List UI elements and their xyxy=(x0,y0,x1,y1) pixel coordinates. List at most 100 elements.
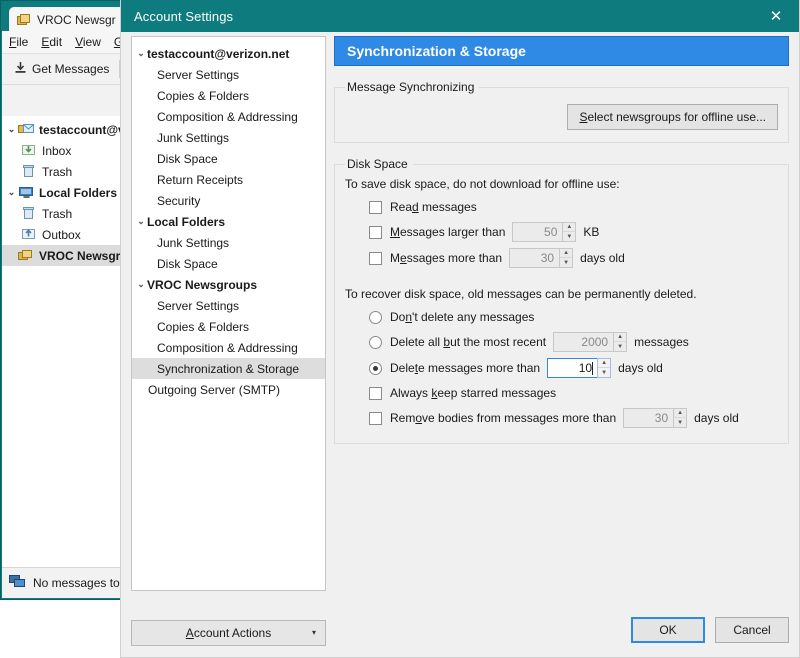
read-messages-checkbox[interactable] xyxy=(369,200,382,214)
settings-tree[interactable]: ⌄ testaccount@verizon.net Server Setting… xyxy=(131,36,326,591)
messages-more-than-stepper[interactable]: 30 ▲ ▼ xyxy=(509,248,574,268)
read-messages-row[interactable]: Read messages xyxy=(369,195,778,219)
delete-more-than-stepper[interactable]: 10 ▲ ▼ xyxy=(547,358,612,378)
status-text: No messages to xyxy=(33,576,120,590)
tree-item-label: Security xyxy=(157,193,201,208)
tree-item-label: Composition & Addressing xyxy=(157,340,298,355)
account-settings-dialog: Account Settings ✕ ⌄ testaccount@verizon… xyxy=(120,0,800,658)
menu-view[interactable]: View xyxy=(75,35,101,49)
stepper-down-icon[interactable]: ▼ xyxy=(598,368,610,377)
chevron-down-icon[interactable]: ⌄ xyxy=(135,279,147,290)
tree-item-label: Disk Space xyxy=(157,151,218,166)
select-newsgroups-row: Select newsgroups for offline use... xyxy=(345,104,778,130)
stepper-up-icon[interactable]: ▲ xyxy=(598,359,611,368)
keep-starred-checkbox[interactable] xyxy=(369,386,382,400)
dialog-footer: OK Cancel xyxy=(631,617,789,643)
mail-account-icon xyxy=(18,122,35,137)
messages-larger-than-checkbox[interactable] xyxy=(369,225,382,239)
tree-item-vroc-copies-folders[interactable]: Copies & Folders xyxy=(132,316,325,337)
tree-item-local-junk-settings[interactable]: Junk Settings xyxy=(132,232,325,253)
tree-item-disk-space[interactable]: Disk Space xyxy=(132,148,325,169)
tree-item-return-receipts[interactable]: Return Receipts xyxy=(132,169,325,190)
chevron-down-icon[interactable]: ⌄ xyxy=(135,48,147,59)
tree-item-security[interactable]: Security xyxy=(132,190,325,211)
tree-item-composition-addressing[interactable]: Composition & Addressing xyxy=(132,106,325,127)
chevron-down-icon[interactable]: ⌄ xyxy=(135,216,147,227)
stepper-down-icon[interactable]: ▼ xyxy=(674,418,686,427)
remove-bodies-stepper[interactable]: 30 ▲ ▼ xyxy=(623,408,688,428)
stepper-arrows[interactable]: ▲ ▼ xyxy=(559,248,574,268)
stepper-down-icon[interactable]: ▼ xyxy=(563,232,575,241)
ok-button[interactable]: OK xyxy=(631,617,705,643)
tree-item-junk-settings[interactable]: Junk Settings xyxy=(132,127,325,148)
tree-item-label: VROC Newsgroups xyxy=(147,277,258,292)
folder-label: testaccount@ve xyxy=(39,122,132,137)
delete-more-than-row[interactable]: Delete messages more than 10 ▲ ▼ days ol… xyxy=(369,355,778,381)
tab-vroc-newsgroups[interactable]: VROC Newsgr xyxy=(9,7,134,33)
message-synchronizing-legend: Message Synchronizing xyxy=(347,80,475,94)
stepper-up-icon[interactable]: ▲ xyxy=(674,409,687,418)
disk-space-group: Disk Space To save disk space, do not do… xyxy=(334,157,789,444)
remove-bodies-value[interactable]: 30 xyxy=(623,408,674,428)
stepper-arrows[interactable]: ▲ ▼ xyxy=(597,358,612,378)
delete-all-but-row[interactable]: Delete all but the most recent 2000 ▲ ▼ … xyxy=(369,329,778,355)
delete-all-but-unit: messages xyxy=(634,335,689,349)
stepper-arrows[interactable]: ▲ ▼ xyxy=(673,408,688,428)
tree-item-server-settings[interactable]: Server Settings xyxy=(132,64,325,85)
delete-more-than-value: 10 xyxy=(578,361,593,375)
close-icon[interactable]: ✕ xyxy=(753,0,799,32)
messages-larger-than-value[interactable]: 50 xyxy=(512,222,563,242)
menu-file[interactable]: File xyxy=(9,35,28,49)
recover-disk-space-intro: To recover disk space, old messages can … xyxy=(345,287,697,301)
tree-item-label: testaccount@verizon.net xyxy=(147,46,290,61)
delete-all-but-value[interactable]: 2000 xyxy=(553,332,614,352)
tree-item-vroc-server-settings[interactable]: Server Settings xyxy=(132,295,325,316)
tree-item-local-folders[interactable]: ⌄ Local Folders xyxy=(132,211,325,232)
delete-all-but-stepper[interactable]: 2000 ▲ ▼ xyxy=(553,332,628,352)
stepper-down-icon[interactable]: ▼ xyxy=(560,258,572,267)
messages-more-than-value[interactable]: 30 xyxy=(509,248,560,268)
messages-more-than-checkbox[interactable] xyxy=(369,251,382,265)
delete-more-than-radio[interactable] xyxy=(369,361,382,375)
stepper-down-icon[interactable]: ▼ xyxy=(614,342,626,351)
dont-delete-radio[interactable] xyxy=(369,310,382,324)
dont-delete-row[interactable]: Don't delete any messages xyxy=(369,305,778,329)
download-icon xyxy=(14,61,27,77)
select-newsgroups-button[interactable]: Select newsgroups for offline use... xyxy=(567,104,778,130)
delete-all-but-radio[interactable] xyxy=(369,335,382,349)
local-folders-icon xyxy=(18,185,35,200)
messages-more-than-row[interactable]: Messages more than 30 ▲ ▼ days old xyxy=(369,245,778,271)
delete-more-than-label: Delete messages more than xyxy=(390,361,541,375)
tree-item-vroc-composition-addressing[interactable]: Composition & Addressing xyxy=(132,337,325,358)
messages-larger-than-stepper[interactable]: 50 ▲ ▼ xyxy=(512,222,577,242)
chevron-down-icon[interactable]: ⌄ xyxy=(5,187,18,198)
stepper-arrows[interactable]: ▲ ▼ xyxy=(613,332,628,352)
delete-more-than-input[interactable]: 10 xyxy=(547,358,598,378)
account-actions-button[interactable]: Account Actions ▾ xyxy=(131,620,326,646)
cancel-button[interactable]: Cancel xyxy=(715,617,789,643)
tree-item-label: Server Settings xyxy=(157,298,240,313)
tree-item-label: Server Settings xyxy=(157,67,240,82)
folder-label: Local Folders xyxy=(39,185,118,200)
stepper-up-icon[interactable]: ▲ xyxy=(560,249,573,258)
tree-item-synchronization-storage[interactable]: Synchronization & Storage xyxy=(132,358,325,379)
stepper-up-icon[interactable]: ▲ xyxy=(614,333,627,342)
remove-bodies-checkbox[interactable] xyxy=(369,411,382,425)
chevron-down-icon[interactable]: ⌄ xyxy=(5,124,18,135)
tree-item-outgoing-server-smtp[interactable]: Outgoing Server (SMTP) xyxy=(132,379,325,400)
remove-bodies-row[interactable]: Remove bodies from messages more than 30… xyxy=(369,405,778,431)
stepper-up-icon[interactable]: ▲ xyxy=(563,223,576,232)
get-messages-button[interactable]: Get Messages xyxy=(10,58,113,80)
stepper-arrows[interactable]: ▲ ▼ xyxy=(562,222,577,242)
text-caret xyxy=(592,361,594,375)
tree-item-copies-folders[interactable]: Copies & Folders xyxy=(132,85,325,106)
tree-item-testaccount-verizon-net[interactable]: ⌄ testaccount@verizon.net xyxy=(132,43,325,64)
dont-delete-label: Don't delete any messages xyxy=(390,310,535,324)
menu-edit[interactable]: Edit xyxy=(41,35,62,49)
tree-item-local-disk-space[interactable]: Disk Space xyxy=(132,253,325,274)
dialog-body: ⌄ testaccount@verizon.net Server Setting… xyxy=(121,32,799,657)
messages-larger-than-row[interactable]: Messages larger than 50 ▲ ▼ KB xyxy=(369,219,778,245)
keep-starred-row[interactable]: Always keep starred messages xyxy=(369,381,778,405)
tree-item-vroc-newsgroups[interactable]: ⌄ VROC Newsgroups xyxy=(132,274,325,295)
trash-icon xyxy=(21,206,38,221)
